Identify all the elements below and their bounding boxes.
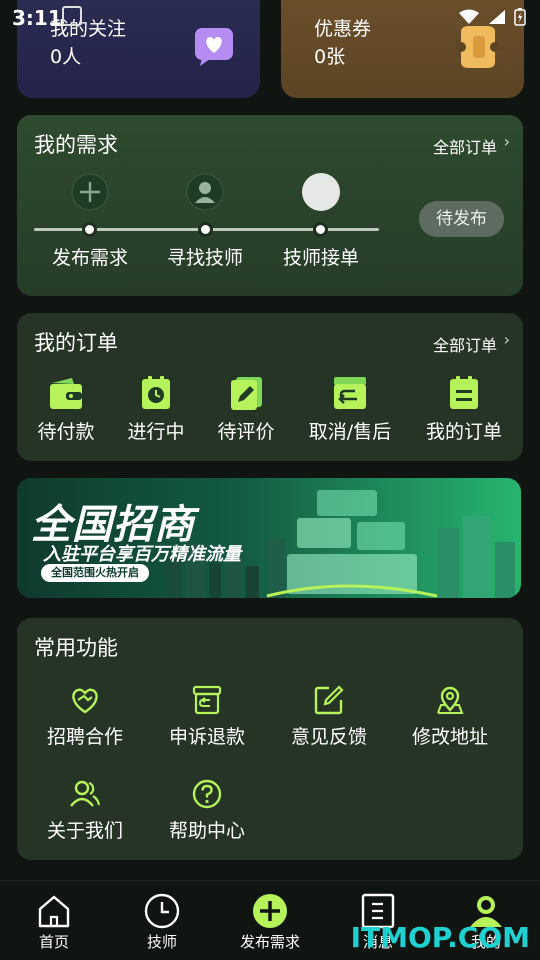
tab-label: 技师 (146, 933, 177, 951)
func-appeal-refund[interactable]: 申诉退款 (152, 684, 262, 749)
feedback-edit-icon (314, 685, 344, 715)
status-time: 3:11 (12, 6, 62, 30)
follow-count: 0人 (50, 46, 82, 68)
chevron-right-icon: › (503, 132, 510, 151)
clock-clipboard-icon (142, 376, 170, 409)
demand-all-orders-link[interactable]: 全部订单 (433, 134, 497, 158)
order-label: 进行中 (127, 421, 185, 443)
plus-circle-icon (253, 894, 287, 928)
func-about-us[interactable]: 关于我们 (30, 778, 140, 843)
func-recruit-cooperate[interactable]: 招聘合作 (30, 684, 140, 749)
tab-technician[interactable]: 技师 (112, 893, 212, 952)
my-orders-panel: 我的订单 全部订单 › 待付款 进行中 待评价 取消/售后 我的订单 (17, 313, 523, 461)
tab-label: 发布需求 (239, 933, 300, 951)
order-pending-payment[interactable]: 待付款 (16, 375, 116, 444)
func-help-center[interactable]: 帮助中心 (152, 778, 262, 843)
order-label: 待评价 (217, 421, 275, 443)
order-list-icon (450, 376, 478, 409)
step-dot (82, 222, 97, 237)
signal-icon (489, 10, 505, 24)
step-publish-demand[interactable]: 发布需求 (30, 243, 150, 270)
step-technician-accept[interactable]: 技师接单 (261, 243, 381, 270)
orders-title: 我的订单 (34, 331, 118, 355)
order-cancel-aftersale[interactable]: 取消/售后 (300, 375, 400, 444)
order-label: 我的订单 (425, 421, 502, 443)
order-in-progress[interactable]: 进行中 (106, 375, 206, 444)
order-label: 取消/售后 (308, 421, 392, 443)
status-bar: 3:11 (0, 0, 540, 34)
step-dot (198, 222, 213, 237)
step-dot (313, 222, 328, 237)
people-icon (70, 780, 101, 807)
bottom-tab-bar: 首页 技师 发布需求 消息 我的 ITMOP.COM (0, 880, 540, 960)
func-label: 修改地址 (411, 726, 488, 748)
battery-icon (514, 8, 526, 26)
tab-label: 首页 (38, 933, 69, 951)
return-box-icon (334, 377, 366, 409)
promo-banner[interactable]: 全国招商 入驻平台享百万精准流量 全国范围火热开启 (17, 478, 521, 598)
help-circle-icon (192, 779, 222, 809)
notification-icon (62, 6, 82, 26)
chevron-right-icon: › (503, 330, 510, 349)
map-pin-icon (437, 686, 464, 714)
functions-title: 常用功能 (34, 636, 118, 660)
func-label: 意见反馈 (290, 726, 367, 748)
banner-subtitle: 入驻平台享百万精准流量 (43, 544, 241, 565)
func-feedback[interactable]: 意见反馈 (274, 684, 384, 749)
tab-publish-demand[interactable]: 发布需求 (220, 893, 320, 952)
func-change-address[interactable]: 修改地址 (395, 684, 505, 749)
add-circle-icon (71, 173, 109, 211)
wallet-icon (50, 378, 82, 409)
pending-publish-button[interactable]: 待发布 (419, 201, 504, 237)
func-label: 帮助中心 (168, 820, 245, 842)
refund-box-icon (192, 685, 222, 715)
wifi-icon (459, 9, 479, 24)
func-label: 关于我们 (46, 820, 123, 842)
order-label: 待付款 (37, 421, 95, 443)
clock-icon (144, 893, 180, 929)
technician-avatar-icon (186, 173, 224, 211)
func-label: 招聘合作 (46, 726, 123, 748)
step-find-technician[interactable]: 寻找技师 (145, 243, 265, 270)
my-demand-panel: 我的需求 全部订单 › 发布需求 寻找技师 技师接单 待发布 (17, 115, 523, 296)
banner-pill: 全国范围火热开启 (41, 564, 149, 582)
status-icons (458, 8, 526, 26)
order-pending-review[interactable]: 待评价 (196, 375, 296, 444)
order-my-orders[interactable]: 我的订单 (414, 375, 514, 444)
tab-home[interactable]: 首页 (4, 893, 104, 952)
common-functions-panel: 常用功能 招聘合作 申诉退款 意见反馈 修改地址 关于我们 帮助中心 (17, 618, 523, 860)
edit-note-icon (231, 377, 262, 410)
demand-title: 我的需求 (34, 133, 118, 157)
home-icon (38, 895, 70, 928)
coupon-count: 0张 (314, 46, 346, 68)
watermark: ITMOP.COM (350, 921, 530, 954)
accept-circle-icon (302, 173, 340, 211)
orders-all-orders-link[interactable]: 全部订单 (433, 332, 497, 356)
func-label: 申诉退款 (168, 726, 245, 748)
handshake-heart-icon (72, 688, 98, 714)
